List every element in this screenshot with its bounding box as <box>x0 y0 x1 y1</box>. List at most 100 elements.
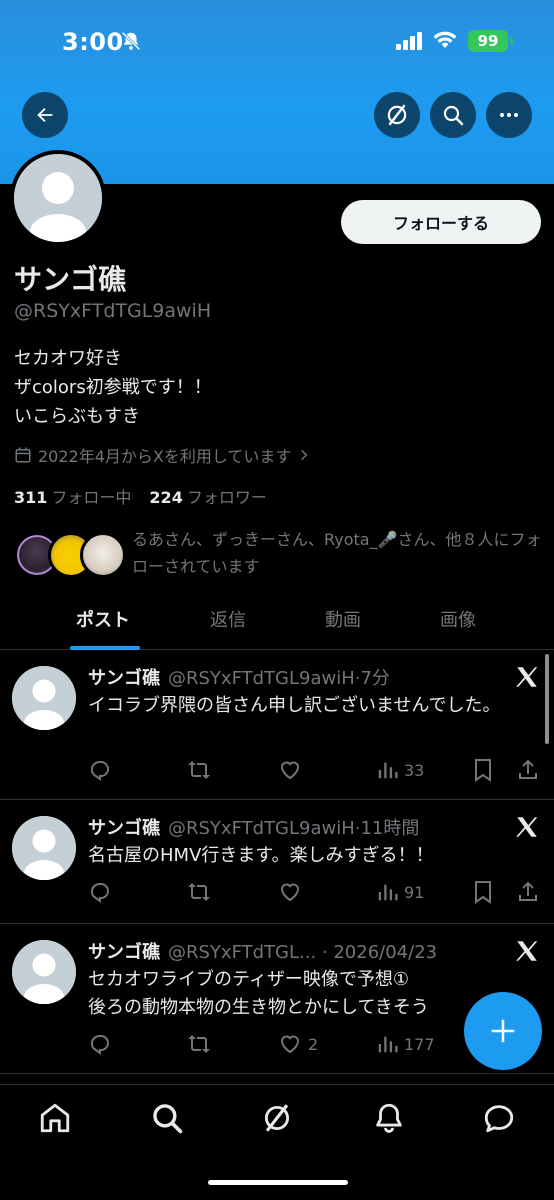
view-count: 177 <box>404 1034 435 1054</box>
view-count: 33 <box>404 760 425 780</box>
known-followers[interactable]: るあさん、ずっきーさん、Ryota_🎤さん、他８人にフォローされています <box>14 524 544 580</box>
followers-label: フォロワー <box>186 488 267 507</box>
home-indicator <box>208 1180 348 1185</box>
grok-icon <box>387 104 407 126</box>
back-button[interactable] <box>22 92 68 138</box>
views-button[interactable]: 33 <box>376 756 424 784</box>
x-logo-icon <box>516 817 538 837</box>
notifications-icon[interactable] <box>372 1101 406 1135</box>
post-author-name: サンゴ礁 <box>88 818 160 839</box>
post-author-handle: @RSYxFTdTGL... <box>168 942 317 963</box>
repost-icon <box>188 761 210 779</box>
share-icon <box>519 881 537 901</box>
post[interactable]: サンゴ礁 @RSYxFTdTGL9awiH·11時間 名古屋のHMV行きます。楽し… <box>0 800 554 924</box>
messages-icon[interactable] <box>482 1101 516 1135</box>
post-actions: 33 <box>88 756 548 784</box>
following-count: 311 <box>14 488 48 507</box>
battery-indicator: 99 <box>468 30 513 52</box>
tab-images[interactable]: 画像 <box>440 606 476 632</box>
default-avatar-icon <box>12 666 76 730</box>
like-icon <box>280 1035 300 1054</box>
default-avatar-icon <box>12 816 76 880</box>
scrollbar-thumb[interactable] <box>545 654 549 744</box>
post-avatar[interactable] <box>12 816 76 880</box>
views-icon <box>378 1036 398 1053</box>
bell-muted-icon <box>121 31 141 51</box>
default-avatar-icon <box>12 940 76 1004</box>
bookmark-button[interactable] <box>472 756 494 784</box>
followers-link[interactable]: 224 フォロワー <box>149 484 266 508</box>
follow-stats: 311 フォロー中 224 フォロワー <box>14 484 267 508</box>
joined-text: 2022年4月からXを利用しています <box>38 447 292 466</box>
reply-button[interactable] <box>88 878 112 906</box>
post[interactable]: サンゴ礁 @RSYxFTdTGL9awiH·7分 イコラブ界隈の皆さん申し訳ござい… <box>0 650 554 800</box>
repost-button[interactable] <box>186 878 212 906</box>
grok-button[interactable] <box>374 92 420 138</box>
search-icon[interactable] <box>150 1101 184 1135</box>
profile-tabs: ポスト 返信 動画 画像 <box>0 594 554 650</box>
grok-icon[interactable] <box>260 1101 294 1135</box>
view-count: 91 <box>404 882 425 902</box>
joined-date-row[interactable]: 2022年4月からXを利用しています <box>14 443 311 467</box>
cellular-signal-icon <box>396 32 422 50</box>
profile-display-name: サンゴ礁 <box>14 263 127 296</box>
reply-button[interactable] <box>88 756 112 784</box>
views-button[interactable]: 177 <box>376 1030 435 1058</box>
tab-videos[interactable]: 動画 <box>325 606 361 632</box>
reply-button[interactable] <box>88 1030 112 1058</box>
post-avatar[interactable] <box>12 666 76 730</box>
x-logo-icon <box>516 941 538 961</box>
post-text-line: 後ろの動物本物の生き物とかにしてきそう <box>88 997 429 1018</box>
wifi-icon <box>433 31 457 48</box>
search-button[interactable] <box>430 92 476 138</box>
post-time: ·7分 <box>354 668 390 689</box>
repost-icon <box>188 1035 210 1053</box>
post-text: 名古屋のHMV行きます。楽しみすぎる！！ <box>88 845 434 866</box>
tab-replies[interactable]: 返信 <box>210 606 246 632</box>
like-icon <box>280 761 300 780</box>
default-avatar-icon <box>14 154 102 242</box>
post-author-name: サンゴ礁 <box>88 942 160 963</box>
calendar-icon <box>15 447 31 463</box>
post-avatar[interactable] <box>12 940 76 1004</box>
like-button[interactable]: 2 <box>278 1030 318 1058</box>
follower-avatar <box>80 532 126 578</box>
status-time: 3:00 <box>62 28 124 56</box>
bio-line: いこらぶもすき <box>14 406 140 427</box>
plus-icon <box>491 1019 515 1043</box>
post-author-handle: @RSYxFTdTGL9awiH <box>168 818 355 839</box>
following-label: フォロー中 <box>51 488 132 507</box>
search-icon <box>443 105 464 126</box>
profile-avatar[interactable] <box>10 150 106 246</box>
share-icon <box>519 759 537 779</box>
back-arrow-icon <box>37 107 53 123</box>
like-icon <box>280 883 300 902</box>
more-button[interactable] <box>486 92 532 138</box>
more-icon <box>500 113 518 117</box>
post-text: セカオワライブのティザー映像で予想① 後ろの動物本物の生き物とかにしてきそう <box>88 966 528 1022</box>
like-button[interactable] <box>278 756 308 784</box>
share-button[interactable] <box>516 878 540 906</box>
profile-handle: @RSYxFTdTGL9awiH <box>14 300 212 322</box>
bookmark-button[interactable] <box>472 878 494 906</box>
post-author-handle: @RSYxFTdTGL9awiH <box>168 668 355 689</box>
following-link[interactable]: 311 フォロー中 <box>14 484 131 508</box>
chevron-right-icon <box>301 449 308 461</box>
tab-posts[interactable]: ポスト <box>76 606 130 632</box>
bookmark-icon <box>475 759 491 782</box>
repost-button[interactable] <box>186 1030 212 1058</box>
home-icon[interactable] <box>38 1101 72 1135</box>
repost-button[interactable] <box>186 756 212 784</box>
compose-post-button[interactable] <box>464 992 542 1070</box>
reply-icon <box>90 883 109 903</box>
post-text-line: セカオワライブのティザー映像で予想① <box>88 969 410 990</box>
bio-line: ザcolors初参戦です！！ <box>14 377 212 398</box>
follow-button[interactable]: フォローする <box>341 200 541 244</box>
post-time: ·11時間 <box>354 818 420 839</box>
share-button[interactable] <box>516 756 540 784</box>
post-text: イコラブ界隈の皆さん申し訳ございませんでした。 <box>88 695 501 716</box>
post-time: · 2026/04/23 <box>316 942 438 963</box>
views-button[interactable]: 91 <box>376 878 424 906</box>
like-button[interactable] <box>278 878 308 906</box>
post-actions: 91 <box>88 878 548 906</box>
